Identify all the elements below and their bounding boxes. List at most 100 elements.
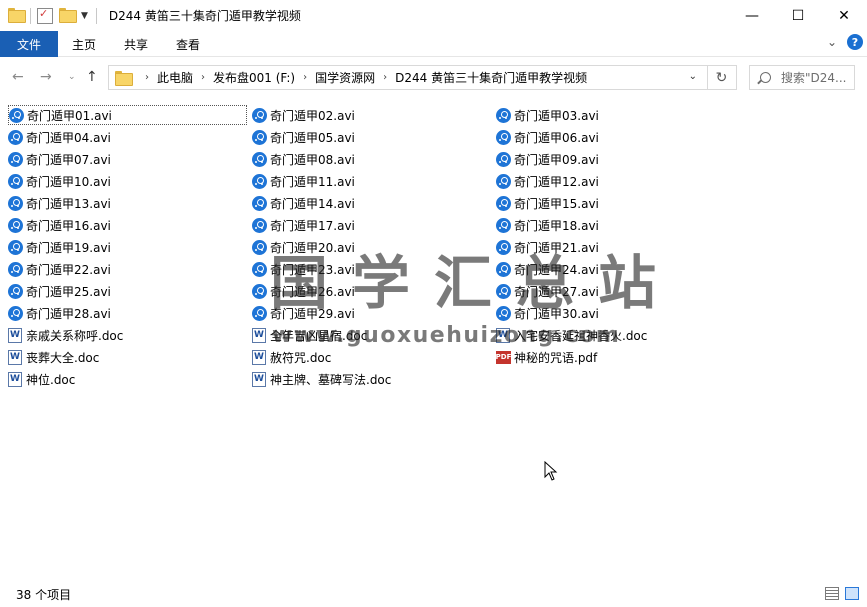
details-view-icon[interactable] bbox=[825, 587, 839, 600]
status-bar: 38 个项目 bbox=[0, 582, 867, 607]
file-item[interactable]: 奇门遁甲23.avi bbox=[252, 259, 355, 279]
video-file-icon bbox=[8, 217, 23, 233]
video-file-icon bbox=[8, 195, 23, 211]
chevron-right-icon[interactable]: › bbox=[303, 72, 307, 83]
file-item[interactable]: 奇门遁甲05.avi bbox=[252, 127, 355, 147]
chevron-right-icon[interactable]: › bbox=[383, 72, 387, 83]
file-item[interactable]: 奇门遁甲11.avi bbox=[252, 171, 355, 191]
breadcrumb-current[interactable]: D244 黄笛三十集奇门遁甲教学视频 bbox=[395, 69, 587, 86]
breadcrumb-this-pc[interactable]: 此电脑 bbox=[157, 69, 193, 86]
tab-view[interactable]: 查看 bbox=[162, 31, 214, 57]
file-item[interactable]: 奇门遁甲04.avi bbox=[8, 127, 111, 147]
video-file-icon bbox=[9, 107, 24, 123]
ribbon-tabs: 文件 主页 共享 查看 ⌄ ? bbox=[0, 31, 867, 57]
address-bar[interactable]: › 此电脑 › 发布盘001 (F:) › 国学资源网 › D244 黄笛三十集… bbox=[108, 65, 708, 90]
file-item[interactable]: 奇门遁甲27.avi bbox=[496, 281, 599, 301]
file-item[interactable]: 奇门遁甲22.avi bbox=[8, 259, 111, 279]
search-input[interactable]: 搜索"D24... bbox=[749, 65, 855, 90]
breadcrumb-drive[interactable]: 发布盘001 (F:) bbox=[213, 69, 295, 86]
chevron-down-icon[interactable]: ⌄ bbox=[689, 71, 697, 82]
file-item[interactable]: 赦符咒.doc bbox=[252, 347, 331, 367]
file-item[interactable]: 奇门遁甲26.avi bbox=[252, 281, 355, 301]
tab-file[interactable]: 文件 bbox=[0, 31, 58, 57]
file-item[interactable]: 奇门遁甲14.avi bbox=[252, 193, 355, 213]
ribbon-controls: ⌄ ? bbox=[827, 34, 863, 50]
file-item[interactable]: PDF 神秘的咒语.pdf bbox=[496, 347, 597, 367]
video-file-icon bbox=[496, 129, 511, 145]
up-arrow-icon[interactable]: ↑ bbox=[86, 69, 98, 85]
file-item[interactable]: 奇门遁甲28.avi bbox=[8, 303, 111, 323]
refresh-button[interactable]: ↻ bbox=[707, 65, 737, 90]
search-icon bbox=[760, 72, 771, 83]
file-item[interactable]: 奇门遁甲24.avi bbox=[496, 259, 599, 279]
breadcrumb-folder[interactable]: 国学资源网 bbox=[315, 69, 375, 86]
file-item[interactable]: 奇门遁甲20.avi bbox=[252, 237, 355, 257]
video-file-icon bbox=[496, 195, 511, 211]
back-arrow-icon[interactable]: ← bbox=[12, 69, 24, 85]
tab-share[interactable]: 共享 bbox=[110, 31, 162, 57]
file-item[interactable]: 奇门遁甲10.avi bbox=[8, 171, 111, 191]
file-item[interactable]: 神位.doc bbox=[8, 369, 75, 389]
file-item[interactable]: 奇门遁甲12.avi bbox=[496, 171, 599, 191]
file-list[interactable]: 奇门遁甲01.avi 奇门遁甲04.avi 奇门遁甲07.avi 奇门遁甲10.avi… bbox=[0, 97, 867, 582]
file-item[interactable]: 神主牌、墓碑写法.doc bbox=[252, 369, 391, 389]
file-item[interactable]: 奇门遁甲02.avi bbox=[252, 105, 355, 125]
file-name: 丧葬大全.doc bbox=[26, 350, 100, 365]
folder-icon bbox=[115, 71, 133, 86]
minimize-button[interactable]: — bbox=[729, 0, 775, 31]
window-controls: — ☐ ✕ bbox=[729, 0, 867, 31]
help-icon[interactable]: ? bbox=[847, 34, 863, 50]
file-name: 奇门遁甲30.avi bbox=[514, 306, 599, 321]
video-file-icon bbox=[8, 239, 23, 255]
chevron-down-icon[interactable]: ⌄ bbox=[68, 72, 76, 82]
file-item[interactable]: 丧葬大全.doc bbox=[8, 347, 99, 367]
word-document-icon bbox=[252, 349, 266, 365]
file-name: 奇门遁甲21.avi bbox=[514, 240, 599, 255]
chevron-right-icon[interactable]: › bbox=[201, 72, 205, 83]
file-name: 奇门遁甲13.avi bbox=[26, 196, 111, 211]
tab-home[interactable]: 主页 bbox=[58, 31, 110, 57]
file-name: 奇门遁甲10.avi bbox=[26, 174, 111, 189]
navigation-bar: ← → ⌄ ↑ › 此电脑 › 发布盘001 (F:) › 国学资源网 › D2… bbox=[0, 57, 867, 97]
file-item[interactable]: 亲戚关系称呼.doc bbox=[8, 325, 123, 345]
chevron-up-icon[interactable]: ⌄ bbox=[827, 35, 837, 49]
file-item[interactable]: 奇门遁甲15.avi bbox=[496, 193, 599, 213]
file-item[interactable]: 奇门遁甲18.avi bbox=[496, 215, 599, 235]
word-document-icon bbox=[8, 327, 22, 343]
file-item[interactable]: 奇门遁甲13.avi bbox=[8, 193, 111, 213]
file-item[interactable]: 入宅安香延祖神香火.doc bbox=[496, 325, 647, 345]
window-title: D244 黄笛三十集奇门遁甲教学视频 bbox=[108, 9, 301, 23]
file-item[interactable]: 奇门遁甲21.avi bbox=[496, 237, 599, 257]
video-file-icon bbox=[496, 107, 511, 123]
chevron-right-icon[interactable]: › bbox=[145, 72, 149, 83]
file-name: 奇门遁甲06.avi bbox=[514, 130, 599, 145]
video-file-icon bbox=[8, 173, 23, 189]
forward-arrow-icon[interactable]: → bbox=[40, 69, 52, 85]
file-item[interactable]: 全年吉凶星宿.doc bbox=[252, 325, 367, 345]
file-item[interactable]: 奇门遁甲25.avi bbox=[8, 281, 111, 301]
file-name: 奇门遁甲05.avi bbox=[270, 130, 355, 145]
customize-quick-access-icon[interactable]: ▼ bbox=[81, 11, 88, 21]
file-item[interactable]: 奇门遁甲19.avi bbox=[8, 237, 111, 257]
video-file-icon bbox=[496, 305, 511, 321]
close-button[interactable]: ✕ bbox=[821, 0, 867, 31]
file-name: 奇门遁甲14.avi bbox=[270, 196, 355, 211]
file-name: 奇门遁甲15.avi bbox=[514, 196, 599, 211]
file-item[interactable]: 奇门遁甲07.avi bbox=[8, 149, 111, 169]
video-file-icon bbox=[8, 283, 23, 299]
file-name: 奇门遁甲04.avi bbox=[26, 130, 111, 145]
file-item[interactable]: 奇门遁甲08.avi bbox=[252, 149, 355, 169]
properties-icon[interactable] bbox=[37, 7, 53, 24]
file-name: 奇门遁甲29.avi bbox=[270, 306, 355, 321]
file-item[interactable]: 奇门遁甲06.avi bbox=[496, 127, 599, 147]
new-folder-icon[interactable] bbox=[59, 7, 77, 24]
file-item[interactable]: 奇门遁甲17.avi bbox=[252, 215, 355, 235]
file-item[interactable]: 奇门遁甲29.avi bbox=[252, 303, 355, 323]
file-item[interactable]: 奇门遁甲30.avi bbox=[496, 303, 599, 323]
maximize-button[interactable]: ☐ bbox=[775, 0, 821, 31]
file-item[interactable]: 奇门遁甲03.avi bbox=[496, 105, 599, 125]
file-item[interactable]: 奇门遁甲09.avi bbox=[496, 149, 599, 169]
file-item[interactable]: 奇门遁甲01.avi bbox=[8, 105, 247, 125]
file-item[interactable]: 奇门遁甲16.avi bbox=[8, 215, 111, 235]
large-icons-view-icon[interactable] bbox=[845, 587, 859, 600]
